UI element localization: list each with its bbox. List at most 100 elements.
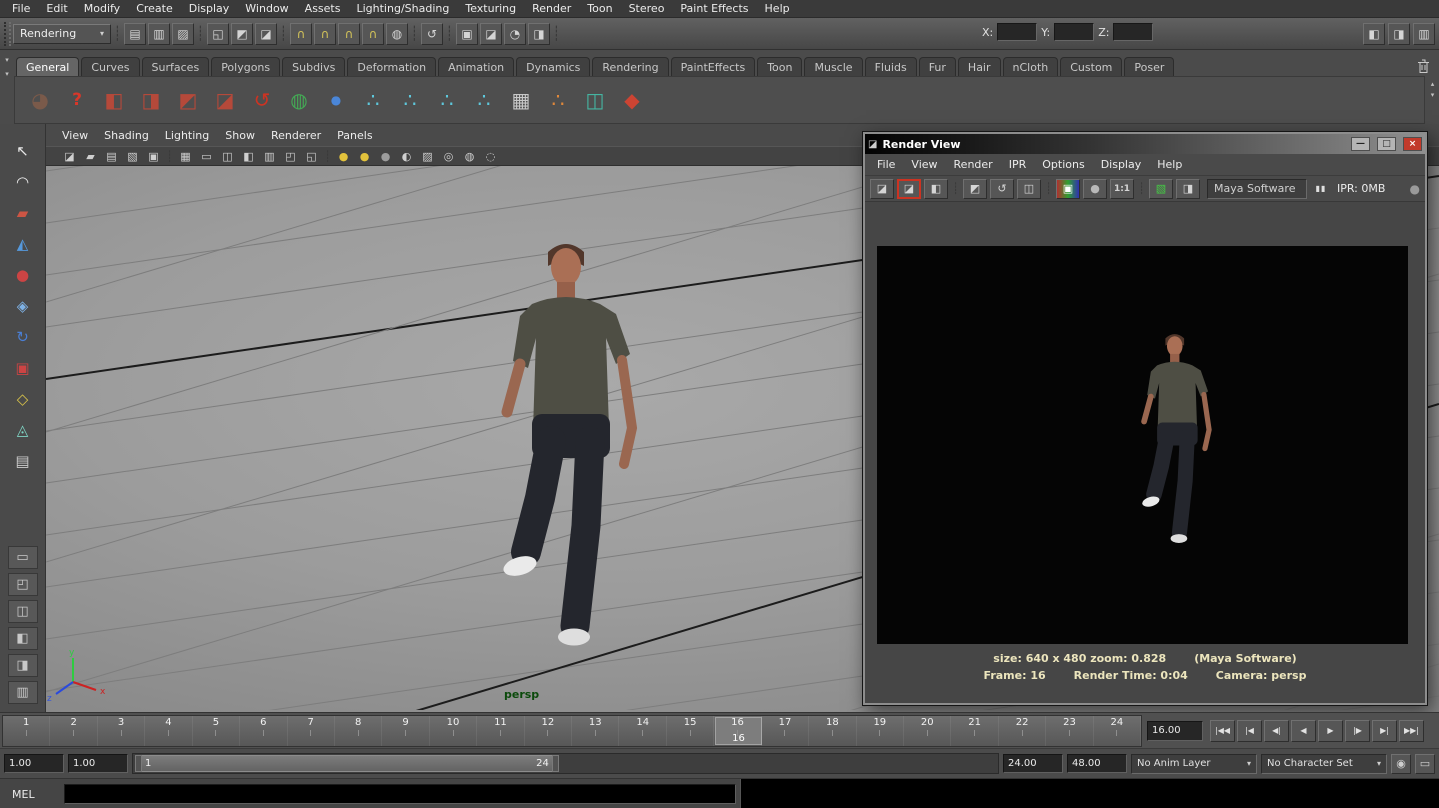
menu-item[interactable]: Modify — [76, 1, 128, 16]
blue-sphere-icon[interactable]: ● — [321, 84, 351, 116]
ipr-update-region-icon[interactable]: ◫ — [1017, 179, 1041, 199]
range-slider-groove[interactable]: 1 24 — [132, 753, 999, 774]
frame-tick[interactable]: 13 — [572, 716, 619, 746]
render-view-menu-item[interactable]: Display — [1093, 157, 1150, 172]
xray-icon[interactable]: ◎ — [439, 148, 458, 164]
single-perspective-layout-icon[interactable]: ◧ — [1363, 23, 1385, 45]
character-model[interactable] — [501, 244, 632, 646]
frame-ruler[interactable]: 123456789101112131415161718192021222324 … — [2, 715, 1142, 747]
snap-curve-icon[interactable]: ∩ — [314, 23, 336, 45]
y-coordinate-input[interactable] — [1054, 23, 1094, 41]
open-render-view-icon[interactable]: ▣ — [456, 23, 478, 45]
step-forward-key-button[interactable]: ▶| — [1372, 720, 1397, 742]
frame-tick[interactable]: 17 — [762, 716, 809, 746]
redo-previous-render-icon[interactable]: ◪ — [897, 179, 921, 199]
safe-action-icon[interactable]: ◰ — [281, 148, 300, 164]
frame-tick[interactable]: 9 — [382, 716, 429, 746]
step-back-key-button[interactable]: |◀ — [1237, 720, 1262, 742]
go-to-end-button[interactable]: ▶▶| — [1399, 720, 1424, 742]
shelf-tab[interactable]: Animation — [438, 57, 514, 77]
frame-tick[interactable]: 7 — [288, 716, 335, 746]
display-real-size-icon[interactable]: 1:1 — [1110, 179, 1134, 199]
toolbar-separator[interactable]: ┊ — [196, 23, 205, 45]
minimize-button[interactable]: — — [1351, 137, 1370, 151]
resolution-gate-icon[interactable]: ◫ — [218, 148, 237, 164]
snapshot-icon[interactable]: ◧ — [924, 179, 948, 199]
go-to-start-button[interactable]: |◀◀ — [1210, 720, 1235, 742]
clapper-icon[interactable]: ◪ — [210, 84, 240, 116]
render-view-titlebar[interactable]: ◪ Render View —□× — [865, 134, 1425, 154]
shelf-tab[interactable]: Fluids — [865, 57, 917, 77]
toolbar-separator[interactable]: ┊ — [410, 23, 419, 45]
frame-tick[interactable]: 5 — [193, 716, 240, 746]
make-live-icon[interactable]: ◍ — [386, 23, 408, 45]
chevron-down-icon[interactable]: ▾ — [5, 70, 9, 78]
render-view-menu-item[interactable]: File — [869, 157, 903, 172]
play-forwards-button[interactable]: ▶ — [1318, 720, 1343, 742]
persp-outliner-layout-button[interactable]: ◧ — [8, 627, 38, 650]
command-language-label[interactable]: MEL — [4, 785, 35, 803]
paint-effects-icon[interactable]: ↺ — [247, 84, 277, 116]
frame-tick[interactable]: 23 — [1046, 716, 1093, 746]
node-network-icon[interactable]: ∴ — [358, 84, 388, 116]
rgb-channels-icon[interactable]: ▣ — [1056, 179, 1080, 199]
lasso-select-tool[interactable]: ◠ — [7, 169, 39, 195]
menu-item[interactable]: Render — [524, 1, 579, 16]
frame-tick[interactable]: 3 — [98, 716, 145, 746]
attribute-editor-panel-icon[interactable]: ▥ — [1413, 23, 1435, 45]
step-back-frame-button[interactable]: ◀| — [1264, 720, 1289, 742]
toolbar-separator[interactable]: ┊ — [951, 179, 960, 199]
menu-item[interactable]: Window — [237, 1, 296, 16]
frame-tick[interactable]: 22 — [999, 716, 1046, 746]
frame-tick[interactable]: 19 — [857, 716, 904, 746]
renderer-dropdown[interactable]: Maya Software — [1207, 179, 1307, 199]
open-scene-icon[interactable]: ▥ — [148, 23, 170, 45]
construction-history-icon[interactable]: ↺ — [421, 23, 443, 45]
pause-ipr-icon[interactable]: ▮▮ — [1310, 184, 1332, 193]
frame-tick[interactable]: 21 — [951, 716, 998, 746]
bookmark-icon[interactable]: ▧ — [123, 148, 142, 164]
frame-tick[interactable]: 8 — [335, 716, 382, 746]
shelf-tab[interactable]: Poser — [1124, 57, 1174, 77]
range-end-handle[interactable] — [552, 755, 559, 772]
ipr-render-icon[interactable]: ◔ — [504, 23, 526, 45]
toolbar-separator[interactable]: ┊ — [165, 148, 174, 164]
universal-manipulator-tool[interactable]: ◇ — [7, 386, 39, 412]
frame-tick[interactable]: 11 — [477, 716, 524, 746]
menu-item[interactable]: Edit — [38, 1, 75, 16]
shading-node-icon[interactable]: ∴ — [543, 84, 573, 116]
chevron-down-icon[interactable]: ▾ — [5, 56, 9, 64]
viewport-menu-item[interactable]: Renderer — [263, 128, 329, 143]
command-output[interactable] — [740, 779, 1439, 808]
shelf-tab[interactable]: Surfaces — [142, 57, 210, 77]
shelf-menu-arrows[interactable]: ▾ ▾ — [0, 52, 14, 78]
frame-tick[interactable]: 1 — [3, 716, 50, 746]
node-network-icon[interactable]: ∴ — [395, 84, 425, 116]
animation-preferences-icon[interactable]: ▭ — [1415, 754, 1435, 774]
field-chart-icon[interactable]: ▥ — [260, 148, 279, 164]
frame-tick[interactable]: 24 — [1094, 716, 1141, 746]
new-scene-icon[interactable]: ▤ — [124, 23, 146, 45]
step-forward-frame-button[interactable]: |▶ — [1345, 720, 1370, 742]
default-material-icon[interactable]: ◍ — [460, 148, 479, 164]
shelf-tab[interactable]: Toon — [757, 57, 802, 77]
auto-keyframe-icon[interactable]: ◉ — [1391, 754, 1411, 774]
menu-item[interactable]: Display — [181, 1, 238, 16]
four-pane-layout-button[interactable]: ◰ — [8, 573, 38, 596]
render-settings-icon[interactable]: ◨ — [528, 23, 550, 45]
snap-point-icon[interactable]: ∩ — [338, 23, 360, 45]
shelf-tab[interactable]: Dynamics — [516, 57, 590, 77]
play-backwards-button[interactable]: ◀ — [1291, 720, 1316, 742]
paint-select-tool[interactable]: ▰ — [7, 200, 39, 226]
shelf-tab[interactable]: Hair — [958, 57, 1001, 77]
outliner-panel-icon[interactable]: ◨ — [1388, 23, 1410, 45]
menu-item[interactable]: Assets — [297, 1, 349, 16]
frame-tick[interactable]: 18 — [809, 716, 856, 746]
toolbar-separator[interactable]: ┊ — [1137, 179, 1146, 199]
animation-start-field[interactable]: 1.00 — [4, 754, 64, 773]
camera-icon[interactable]: ◧ — [99, 84, 129, 116]
shelf-tab[interactable]: Rendering — [592, 57, 668, 77]
shelf-tab[interactable]: Deformation — [347, 57, 436, 77]
viewport-menu-item[interactable]: Panels — [329, 128, 380, 143]
z-coordinate-input[interactable] — [1113, 23, 1153, 41]
